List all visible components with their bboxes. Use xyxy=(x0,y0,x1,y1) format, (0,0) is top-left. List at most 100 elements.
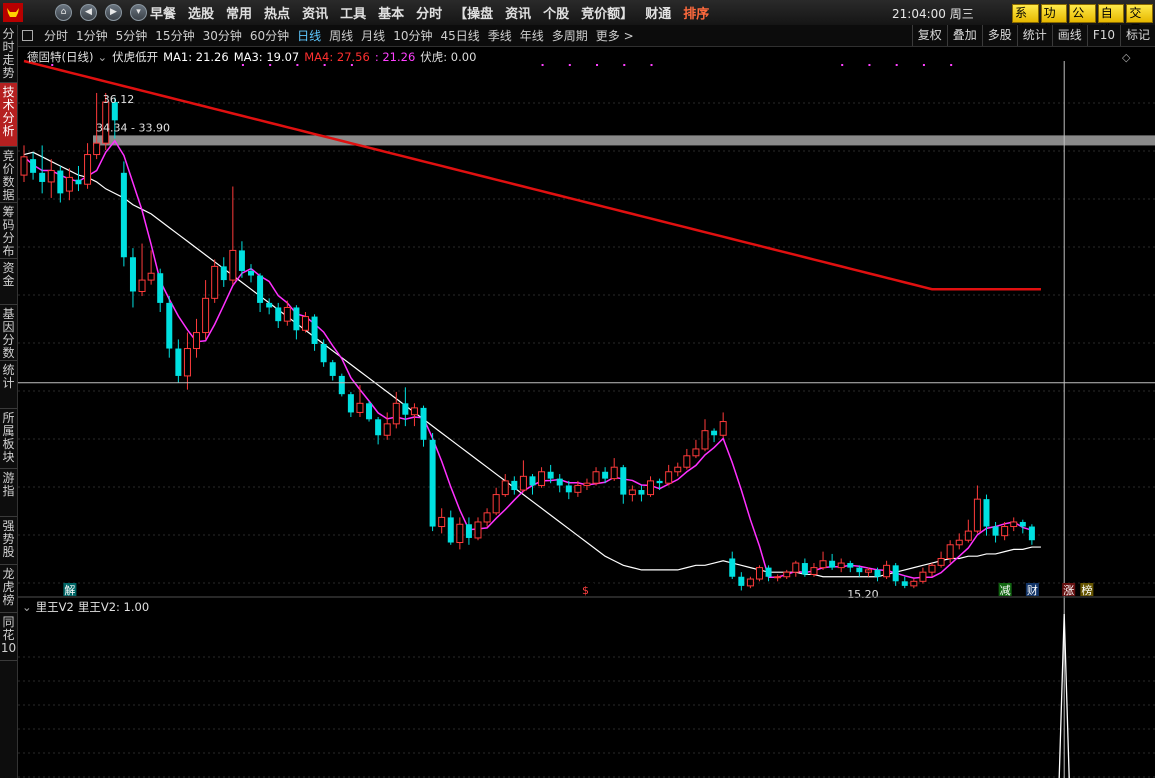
candle-body xyxy=(183,348,191,377)
sidebar-item[interactable]: 统计 xyxy=(0,361,17,409)
function-button[interactable]: 系统 xyxy=(1012,4,1039,37)
period-tabs: 分时 1分钟 5分钟 15分钟 30分钟 60分钟 日线 周线 月线 10分钟 45日线 季线 年线 多周… xyxy=(44,25,642,46)
top-menu-item[interactable]: 分时 xyxy=(416,3,442,22)
top-menu-item[interactable]: 基本 xyxy=(378,3,404,22)
signal-dot xyxy=(350,64,353,66)
period-tab[interactable]: 45日线 xyxy=(440,27,479,44)
sidebar-item[interactable]: 龙虎榜 xyxy=(0,565,17,613)
function-buttons: 系统功能公式自选交易 xyxy=(1012,4,1155,37)
sidebar-item[interactable]: 基因分数 xyxy=(0,305,17,361)
candle-body xyxy=(602,471,609,479)
top-menu-item[interactable]: 竞价额】 xyxy=(581,3,633,22)
candle-body xyxy=(674,466,682,473)
candle-body xyxy=(829,560,836,568)
home-icon[interactable]: ⌂ xyxy=(55,4,72,21)
top-menu-item[interactable]: 早餐 xyxy=(150,3,176,22)
tool-button[interactable]: 统计 xyxy=(1016,25,1052,46)
indicator-dropdown-icon[interactable]: ⌄ xyxy=(97,50,107,64)
top-menu-item[interactable]: 排序 xyxy=(683,3,709,22)
function-button[interactable]: 自选 xyxy=(1097,4,1125,37)
panel-toggle-icon[interactable] xyxy=(22,30,33,41)
header-ma_extra: : 21.26 xyxy=(375,50,415,64)
candle-body xyxy=(729,558,736,577)
period-tab[interactable]: 月线 xyxy=(361,27,385,44)
top-menu-item[interactable]: 资讯 xyxy=(505,3,531,22)
top-menu-item[interactable]: 选股 xyxy=(188,3,214,22)
period-tab[interactable]: 30分钟 xyxy=(203,27,242,44)
tool-button[interactable]: 画线 xyxy=(1051,25,1087,46)
sidebar-item[interactable]: 技术分析 xyxy=(0,83,17,147)
period-tab[interactable]: 日线 xyxy=(297,27,321,44)
candle-body xyxy=(711,430,718,436)
candle-body xyxy=(266,302,273,308)
candle-body xyxy=(864,569,872,573)
forward-icon[interactable]: ▶ xyxy=(105,4,122,21)
function-button[interactable]: 交易 xyxy=(1126,4,1153,37)
sidebar-item[interactable]: 筹码分布 xyxy=(0,203,17,259)
signal-dot xyxy=(51,64,54,66)
tool-button[interactable]: 多股 xyxy=(981,25,1017,46)
lower-indicator-name: 里王V2 xyxy=(36,600,74,614)
candle-body xyxy=(356,402,364,413)
period-tab[interactable]: 1分钟 xyxy=(76,27,108,44)
candle-body xyxy=(329,362,336,376)
kline-chart[interactable]: 36.12 34.34 - 33.90 15.20 德固特(日线) ⌄ 伏虎低开 MA1: … xyxy=(18,47,1155,778)
top-menu-item[interactable]: 财通 xyxy=(645,3,671,22)
function-button[interactable]: 功能 xyxy=(1040,4,1068,37)
low-price-label: 15.20 xyxy=(847,588,879,601)
candle-body xyxy=(93,142,101,156)
sidebar-item[interactable]: 分时走势 xyxy=(0,25,17,83)
candle-body xyxy=(248,270,254,276)
period-tab[interactable]: 周线 xyxy=(329,27,353,44)
candle-body xyxy=(211,265,219,299)
candle-body xyxy=(129,257,136,292)
period-tab[interactable]: 10分钟 xyxy=(393,27,432,44)
top-menu-item[interactable]: 【操盘 xyxy=(454,3,493,22)
sidebar-item[interactable]: 同花10 xyxy=(0,613,17,661)
candle-body xyxy=(456,523,464,544)
sidebar-item[interactable]: 竞价数据 xyxy=(0,147,17,203)
tool-button[interactable]: 叠加 xyxy=(946,25,982,46)
top-menu-item[interactable]: 资讯 xyxy=(302,3,328,22)
period-tab[interactable]: 季线 xyxy=(488,27,512,44)
candle-body xyxy=(347,394,354,413)
candle-body xyxy=(65,176,73,192)
main-chart-header: 德固特(日线) ⌄ 伏虎低开 MA1: 21.26 MA3: 19.07 MA4: 27.… xyxy=(27,50,476,64)
tool-button[interactable]: 复权 xyxy=(911,25,947,46)
lower-dropdown-icon[interactable]: ⌄ xyxy=(22,600,32,614)
top-menu-item[interactable]: 常用 xyxy=(226,3,252,22)
lower-indicator-value: 里王V2: 1.00 xyxy=(78,600,149,614)
candle-body xyxy=(783,571,791,578)
tool-button[interactable]: F10 xyxy=(1086,25,1120,46)
candle-body xyxy=(120,172,127,258)
period-tab[interactable]: 多周期 xyxy=(552,27,588,44)
signal-dot xyxy=(868,64,871,66)
event-marker-label: 财 xyxy=(1027,583,1038,597)
top-menu-item[interactable]: 个股 xyxy=(543,3,569,22)
candle-body xyxy=(238,250,245,271)
top-menu-item[interactable]: 热点 xyxy=(264,3,290,22)
period-tab[interactable]: 5分钟 xyxy=(116,27,148,44)
period-tab[interactable]: 15分钟 xyxy=(155,27,194,44)
candle-body xyxy=(402,403,409,415)
back-icon[interactable]: ◀ xyxy=(80,4,97,21)
dropdown-icon[interactable]: ▾ xyxy=(130,4,147,21)
period-tab[interactable]: 年线 xyxy=(520,27,544,44)
candle-body xyxy=(511,480,518,491)
top-menu-item[interactable]: 工具 xyxy=(340,3,366,22)
period-tab[interactable]: 60分钟 xyxy=(250,27,289,44)
header-ma1: MA1: 21.26 xyxy=(163,50,229,64)
candle-body xyxy=(410,407,418,416)
sidebar-item[interactable]: 强势股 xyxy=(0,517,17,565)
period-tab[interactable]: 分时 xyxy=(44,27,68,44)
candle-body xyxy=(75,179,82,185)
expand-icon[interactable]: ◇ xyxy=(1122,51,1131,64)
sidebar-item[interactable]: 所属板块 xyxy=(0,409,17,469)
candle-body xyxy=(638,490,645,495)
sidebar-item[interactable]: 资金 xyxy=(0,259,17,305)
period-tab[interactable]: 更多 > xyxy=(596,27,634,44)
sidebar-item[interactable]: 游指 xyxy=(0,469,17,517)
candle-body xyxy=(910,580,918,587)
function-button[interactable]: 公式 xyxy=(1069,4,1096,37)
tool-button[interactable]: 标记 xyxy=(1119,25,1155,46)
